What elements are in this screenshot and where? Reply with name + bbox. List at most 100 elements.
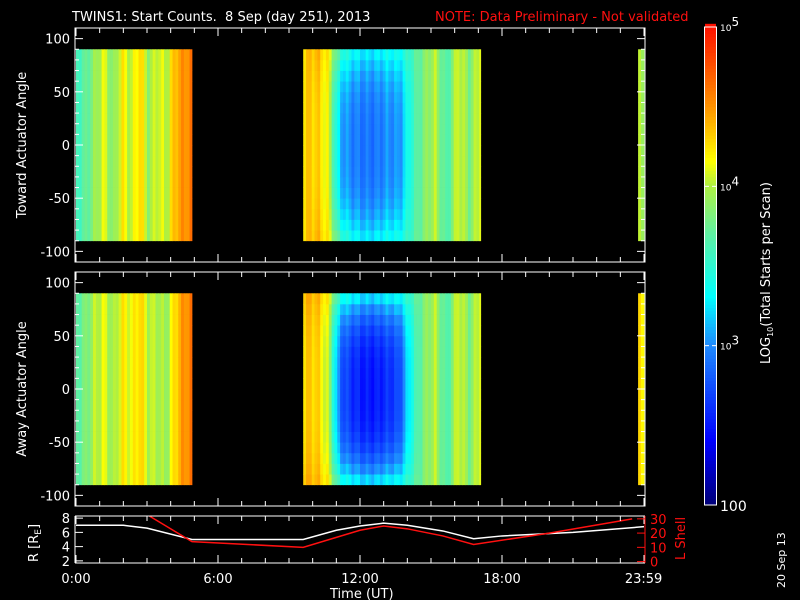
heatmap-cell (391, 474, 395, 486)
heatmap-cell (104, 155, 108, 167)
heatmap-cell (172, 325, 176, 337)
heatmap-cell (155, 463, 159, 475)
heatmap-cell (181, 452, 185, 464)
heatmap-cell (141, 367, 145, 379)
heatmap-cell (442, 208, 446, 220)
heatmap-cell (445, 442, 449, 454)
heatmap-cell (135, 113, 139, 125)
heatmap-cell (360, 176, 364, 188)
heatmap-cell (311, 176, 315, 188)
heatmap-cell (84, 357, 88, 369)
heatmap-cell (396, 113, 401, 125)
heatmap-cell (348, 145, 352, 157)
heatmap-cell (325, 431, 330, 443)
heatmap-cell (141, 442, 145, 454)
heatmap-cell (183, 59, 188, 71)
heatmap-cell (320, 367, 324, 379)
heatmap-cell (101, 155, 105, 167)
heatmap-cell (431, 187, 435, 199)
heatmap-cell (394, 166, 398, 178)
heatmap-cell (95, 187, 100, 199)
heatmap-cell (121, 431, 125, 443)
heatmap-cell (479, 335, 482, 347)
heatmap-cell (405, 335, 409, 347)
heatmap-cell (93, 463, 97, 475)
heatmap-cell (135, 335, 139, 347)
heatmap-cell (354, 91, 358, 103)
heatmap-cell (436, 389, 440, 401)
heatmap-cell (391, 102, 395, 114)
heatmap-cell (348, 420, 352, 432)
heatmap-cell (388, 367, 392, 379)
heatmap-cell (149, 145, 154, 157)
heatmap-cell (110, 230, 114, 242)
heatmap-cell (169, 123, 173, 135)
heatmap-cell (413, 230, 418, 242)
heatmap-cell (303, 314, 307, 326)
heatmap-cell (340, 325, 344, 337)
heatmap-cell (377, 420, 381, 432)
heatmap-cell (402, 123, 406, 135)
heatmap-cell (107, 367, 111, 379)
heatmap-cell (362, 399, 367, 411)
colorbar-segment (705, 157, 716, 162)
heatmap-cell (354, 187, 358, 199)
heatmap-cell (164, 325, 168, 337)
heatmap-cell (450, 81, 455, 93)
heatmap-cell (448, 49, 452, 61)
heatmap-cell (391, 70, 395, 82)
heatmap-cell (362, 431, 367, 443)
heatmap-cell (166, 102, 171, 114)
heatmap-cell (377, 346, 381, 358)
heatmap-cell (141, 166, 145, 178)
heatmap-cell (118, 357, 122, 369)
heatmap-cell (476, 219, 480, 231)
heatmap-cell (450, 442, 455, 454)
heatmap-cell (135, 389, 139, 401)
heatmap-cell (453, 91, 457, 103)
heatmap-cell (76, 399, 80, 411)
heatmap-cell (342, 431, 347, 443)
heatmap-cell (76, 410, 80, 422)
heatmap-cell (127, 59, 131, 71)
heatmap-cell (138, 70, 142, 82)
heatmap-cell (320, 49, 324, 61)
heatmap-cell (320, 123, 324, 135)
heatmap-cell (408, 198, 412, 210)
heatmap-cell (189, 442, 193, 454)
heatmap-cell (459, 81, 463, 93)
heatmap-cell (147, 335, 151, 347)
heatmap-cell (408, 187, 412, 199)
heatmap-cell (385, 314, 389, 326)
heatmap-cell (308, 166, 313, 178)
heatmap-cell (439, 431, 443, 443)
heatmap-cell (166, 378, 171, 390)
heatmap-cell (439, 123, 443, 135)
heatmap-cell (442, 420, 446, 432)
heatmap-cell (121, 452, 125, 464)
heatmap-cell (365, 452, 369, 464)
heatmap-cell (453, 155, 457, 167)
heatmap-cell (161, 187, 165, 199)
heatmap-cell (323, 102, 327, 114)
heatmap-cell (342, 81, 347, 93)
heatmap-cell (311, 420, 315, 432)
heatmap-cell (385, 134, 389, 146)
heatmap-cell (638, 187, 642, 199)
heatmap-cell (76, 389, 80, 401)
heatmap-cell (164, 420, 168, 432)
heatmap-cell (93, 399, 97, 411)
heatmap-cell (141, 113, 145, 125)
heatmap-cell (87, 410, 91, 422)
heatmap-cell (115, 346, 119, 358)
heatmap-cell (413, 474, 418, 486)
heatmap-cell (379, 230, 384, 242)
heatmap-cell (101, 145, 105, 157)
heatmap-cell (135, 208, 139, 220)
heatmap-cell (456, 155, 460, 167)
heatmap-cell (161, 325, 165, 337)
heatmap-cell (470, 378, 474, 390)
heatmap-cell (476, 463, 480, 475)
heatmap-cell (90, 198, 94, 210)
x-axis-label: Time (UT) (329, 587, 394, 600)
